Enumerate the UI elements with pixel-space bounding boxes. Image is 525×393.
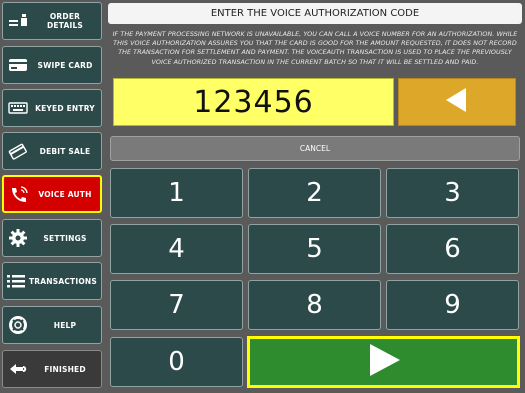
key-9[interactable]: 9 bbox=[386, 280, 519, 330]
gear-icon bbox=[3, 220, 33, 256]
settings-button[interactable]: SETTINGS bbox=[2, 219, 102, 257]
sidebar-item-label: HELP bbox=[53, 320, 77, 330]
transactions-button[interactable]: TRANSACTIONS bbox=[2, 262, 102, 300]
sidebar-item-label: TRANSACTIONS bbox=[28, 276, 97, 286]
key-7[interactable]: 7 bbox=[110, 280, 243, 330]
order-details-button[interactable]: ORDER DETAILS bbox=[2, 2, 102, 40]
backspace-icon bbox=[442, 85, 472, 119]
key-8[interactable]: 8 bbox=[248, 280, 381, 330]
sidebar-item-label: DEBIT SALE bbox=[39, 146, 91, 156]
swipe-card-button[interactable]: SWIPE CARD bbox=[2, 46, 102, 84]
key-0[interactable]: 0 bbox=[110, 337, 243, 387]
play-arrow-icon bbox=[366, 342, 402, 382]
voice-auth-button[interactable]: VOICE AUTH bbox=[2, 175, 102, 213]
key-2[interactable]: 2 bbox=[248, 168, 381, 218]
key-5[interactable]: 5 bbox=[248, 224, 381, 274]
key-1[interactable]: 1 bbox=[110, 168, 243, 218]
help-button[interactable]: HELP bbox=[2, 306, 102, 344]
key-6[interactable]: 6 bbox=[386, 224, 519, 274]
code-display: 123456 bbox=[113, 78, 394, 126]
page-title: ENTER THE VOICE AUTHORIZATION CODE bbox=[108, 3, 522, 24]
debit-card-icon bbox=[3, 133, 33, 169]
order-details-icon bbox=[3, 3, 33, 39]
credit-card-icon bbox=[3, 47, 33, 83]
lifebuoy-icon bbox=[3, 307, 33, 343]
key-4[interactable]: 4 bbox=[110, 224, 243, 274]
sidebar-item-label: SETTINGS bbox=[43, 233, 87, 243]
voice-auth-notice: IF THE PAYMENT PROCESSING NETWORK IS UNA… bbox=[112, 30, 518, 66]
sidebar-item-label: KEYED ENTRY bbox=[35, 103, 95, 113]
sidebar-item-label: SWIPE CARD bbox=[37, 60, 93, 70]
finished-button[interactable]: FINISHED bbox=[2, 350, 102, 388]
debit-sale-button[interactable]: DEBIT SALE bbox=[2, 132, 102, 170]
list-icon bbox=[3, 263, 29, 299]
keyboard-icon bbox=[3, 90, 33, 126]
keyed-entry-button[interactable]: KEYED ENTRY bbox=[2, 89, 102, 127]
return-arrow-icon bbox=[3, 351, 33, 387]
sidebar-item-label: FINISHED bbox=[44, 364, 86, 374]
backspace-button[interactable] bbox=[398, 78, 516, 126]
sidebar-item-label: VOICE AUTH bbox=[38, 189, 92, 199]
sidebar-item-label: ORDER DETAILS bbox=[46, 12, 84, 30]
cancel-button[interactable]: CANCEL bbox=[110, 136, 520, 161]
key-3[interactable]: 3 bbox=[386, 168, 519, 218]
sidebar: ORDER DETAILS SWIPE CARD KEYED ENTRY DEB… bbox=[0, 0, 104, 393]
phone-icon bbox=[4, 177, 34, 211]
enter-button[interactable] bbox=[247, 336, 520, 388]
